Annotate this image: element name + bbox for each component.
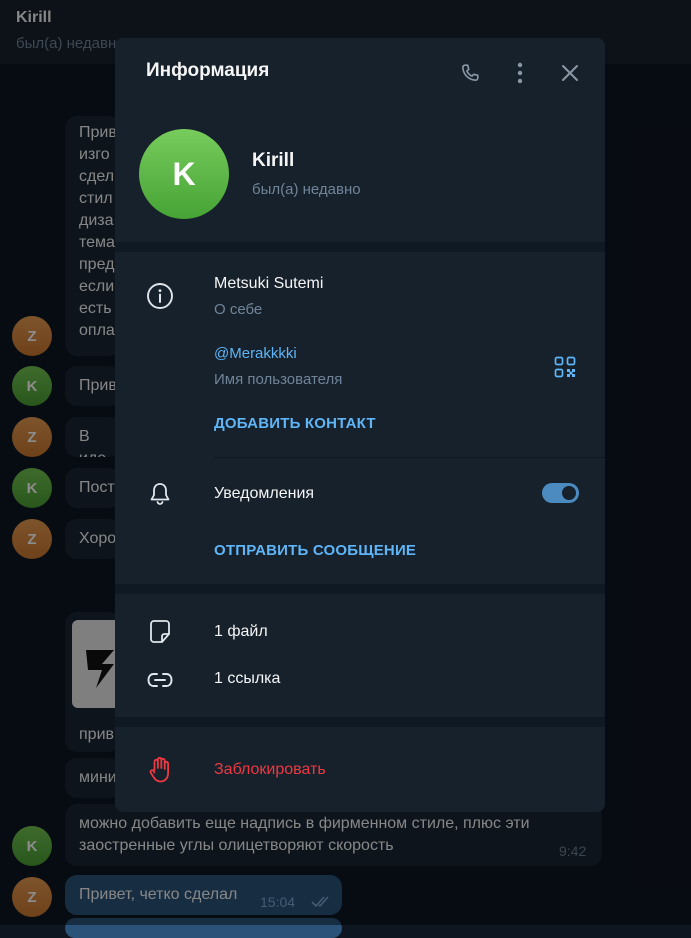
bio-text: Metsuki Sutemi xyxy=(214,275,324,292)
divider xyxy=(214,457,605,458)
send-message-button[interactable]: ОТПРАВИТЬ СООБЩЕНИЕ xyxy=(214,542,416,559)
stop-hand-icon xyxy=(146,756,174,784)
bell-icon xyxy=(146,480,174,508)
profile-name: Kirill xyxy=(252,150,295,171)
section-divider xyxy=(115,717,605,727)
qr-code-icon[interactable] xyxy=(554,356,576,378)
notifications-toggle[interactable] xyxy=(542,483,579,503)
notifications-label: Уведомления xyxy=(214,485,315,502)
profile-status: был(а) недавно xyxy=(252,181,361,198)
toggle-knob xyxy=(560,484,578,502)
section-divider xyxy=(115,584,605,594)
profile-avatar[interactable]: K xyxy=(139,129,229,219)
dialog-title: Информация xyxy=(146,60,270,81)
section-divider xyxy=(115,242,605,252)
bio-label: О себе xyxy=(214,301,263,318)
user-info-dialog: Информация K Kirill был(а) недавно Metsu… xyxy=(115,38,605,812)
link-icon xyxy=(146,666,174,694)
add-contact-button[interactable]: ДОБАВИТЬ КОНТАКТ xyxy=(214,415,376,432)
files-count[interactable]: 1 файл xyxy=(214,623,268,641)
close-icon[interactable] xyxy=(557,60,583,86)
links-count[interactable]: 1 ссылка xyxy=(214,670,280,688)
file-icon xyxy=(146,618,174,646)
block-user-button[interactable]: Заблокировать xyxy=(214,761,326,779)
username-link[interactable]: @Merakkkki xyxy=(214,345,297,362)
phone-icon[interactable] xyxy=(457,60,483,86)
username-label: Имя пользователя xyxy=(214,371,343,388)
more-vertical-icon[interactable] xyxy=(507,60,533,86)
info-icon xyxy=(146,282,174,310)
